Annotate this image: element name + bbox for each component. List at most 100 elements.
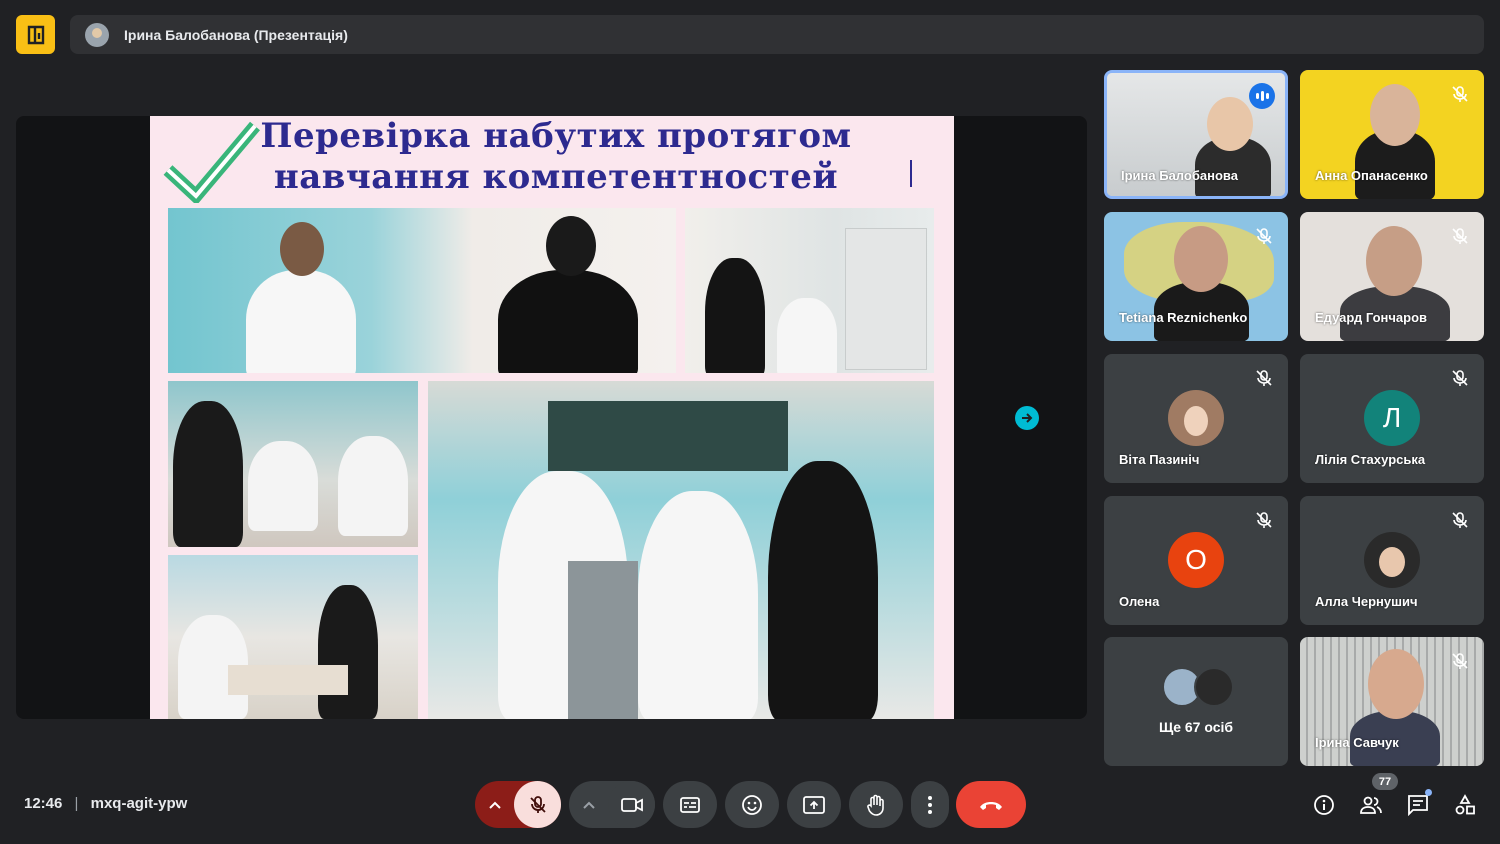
presenter-title: Ірина Балобанова (Презентація) <box>124 26 348 43</box>
participant-name: Лілія Стахурська <box>1315 452 1426 467</box>
slide-title-line2: навчання компетентностей <box>273 157 839 197</box>
notification-dot <box>1425 789 1432 796</box>
participant-tile[interactable]: Tetiana Reznichenko <box>1104 212 1288 341</box>
reactions-button[interactable] <box>725 781 779 828</box>
chat-icon <box>1408 795 1428 816</box>
photo-figure <box>173 401 243 547</box>
video-options-button[interactable] <box>569 800 609 810</box>
participant-video <box>1368 649 1424 719</box>
mic-off-icon <box>1452 653 1468 669</box>
participant-video <box>1207 97 1253 151</box>
slide-photo-1 <box>168 208 676 373</box>
photo-blackboard <box>548 401 788 471</box>
photo-figure <box>768 461 878 719</box>
slide-photo-4 <box>428 381 934 719</box>
presentation-stage: Перевірка набутих протягом навчання комп… <box>16 116 1087 719</box>
photo-apparatus <box>568 561 638 719</box>
avatar <box>1168 390 1224 446</box>
participant-name: Едуард Гончаров <box>1315 310 1428 325</box>
present-screen-button[interactable] <box>787 781 841 828</box>
participant-count-badge: 77 <box>1372 773 1398 790</box>
meet-window-icon[interactable] <box>16 15 55 54</box>
meeting-info: 12:46 | mxq-agit-ypw <box>24 795 187 812</box>
participant-video <box>1174 226 1228 292</box>
slide-photo-5 <box>168 555 418 719</box>
mic-off-icon <box>1256 512 1272 528</box>
presenter-bar: Ірина Балобанова (Презентація) <box>70 15 1484 54</box>
separator: | <box>74 795 79 812</box>
photo-figure <box>777 298 837 373</box>
participant-name: Ірина Балобанова <box>1121 168 1238 183</box>
mic-off-icon <box>1452 370 1468 386</box>
participant-tile[interactable]: Ірина Балобанова <box>1104 70 1288 199</box>
more-vert-icon <box>928 795 932 814</box>
participant-tile[interactable]: Віта Пазиніч <box>1104 354 1288 483</box>
slide-photo-3 <box>168 381 418 547</box>
mic-off-icon <box>1452 86 1468 102</box>
arrow-forward-icon[interactable] <box>1015 406 1039 430</box>
raise-hand-button[interactable] <box>849 781 903 828</box>
chat-button[interactable] <box>1405 789 1432 818</box>
more-participants-tile[interactable]: Ще 67 осіб <box>1104 637 1288 766</box>
slide-title-line1: Перевірка набутих протягом <box>260 116 852 156</box>
photo-figure <box>638 491 758 719</box>
photo-cabinet <box>845 228 927 370</box>
participant-video <box>1366 226 1422 296</box>
participant-tile[interactable]: Алла Чернушич <box>1300 496 1484 625</box>
camera-toggle-button[interactable] <box>608 781 655 828</box>
participant-video <box>1370 84 1420 146</box>
photo-table <box>228 665 348 695</box>
participant-name: Алла Чернушич <box>1315 594 1418 609</box>
activities-icon <box>1455 794 1475 815</box>
avatar <box>1364 532 1420 588</box>
captions-icon <box>680 796 700 813</box>
photo-figure <box>280 222 324 276</box>
call-end-icon <box>980 801 1002 810</box>
raise-hand-icon <box>867 794 884 816</box>
participant-tile[interactable]: Ірина Савчук <box>1300 637 1484 766</box>
photo-figure <box>248 441 318 531</box>
participant-name: Олена <box>1119 594 1160 609</box>
mic-off-icon <box>1256 228 1272 244</box>
meeting-code: mxq-agit-ypw <box>90 795 188 812</box>
mic-toggle-button[interactable] <box>514 781 561 828</box>
chevron-up-icon <box>583 801 595 809</box>
mic-off-icon <box>1452 512 1468 528</box>
photo-figure <box>246 270 356 373</box>
photo-figure <box>546 216 596 276</box>
more-options-button[interactable] <box>911 781 949 828</box>
mic-off-icon <box>1452 228 1468 244</box>
photo-figure <box>338 436 408 536</box>
people-button[interactable] <box>1358 792 1384 818</box>
present-screen-icon <box>803 795 825 814</box>
video-camera-icon <box>620 797 643 812</box>
emoji-icon <box>742 794 762 815</box>
mic-control-group <box>475 781 561 828</box>
participant-name: Анна Опанасенко <box>1315 168 1428 183</box>
audio-options-button[interactable] <box>475 800 515 810</box>
photo-figure <box>498 270 638 373</box>
people-icon <box>1360 796 1382 814</box>
presentation-slide: Перевірка набутих протягом навчання комп… <box>150 116 954 719</box>
participant-tile[interactable]: Анна Опанасенко <box>1300 70 1484 199</box>
slide-cursor-bar <box>910 160 912 187</box>
photo-figure <box>318 585 378 719</box>
slide-title: Перевірка набутих протягом навчання комп… <box>242 116 870 198</box>
mic-off-icon <box>529 795 546 813</box>
avatar <box>1194 667 1234 707</box>
photo-figure <box>705 258 765 373</box>
activities-button[interactable] <box>1452 792 1478 818</box>
participant-name: Ірина Савчук <box>1315 735 1399 750</box>
participant-tile[interactable]: Л Лілія Стахурська <box>1300 354 1484 483</box>
clock-time: 12:46 <box>24 795 63 812</box>
slide-photo-2 <box>685 208 934 373</box>
participant-tile[interactable]: Едуард Гончаров <box>1300 212 1484 341</box>
captions-button[interactable] <box>663 781 717 828</box>
avatar: О <box>1168 532 1224 588</box>
end-call-button[interactable] <box>956 781 1026 828</box>
avatar: Л <box>1364 390 1420 446</box>
meeting-details-button[interactable] <box>1311 792 1337 818</box>
camera-control-group <box>569 781 655 828</box>
speaking-indicator-icon <box>1249 83 1275 109</box>
participant-tile[interactable]: О Олена <box>1104 496 1288 625</box>
